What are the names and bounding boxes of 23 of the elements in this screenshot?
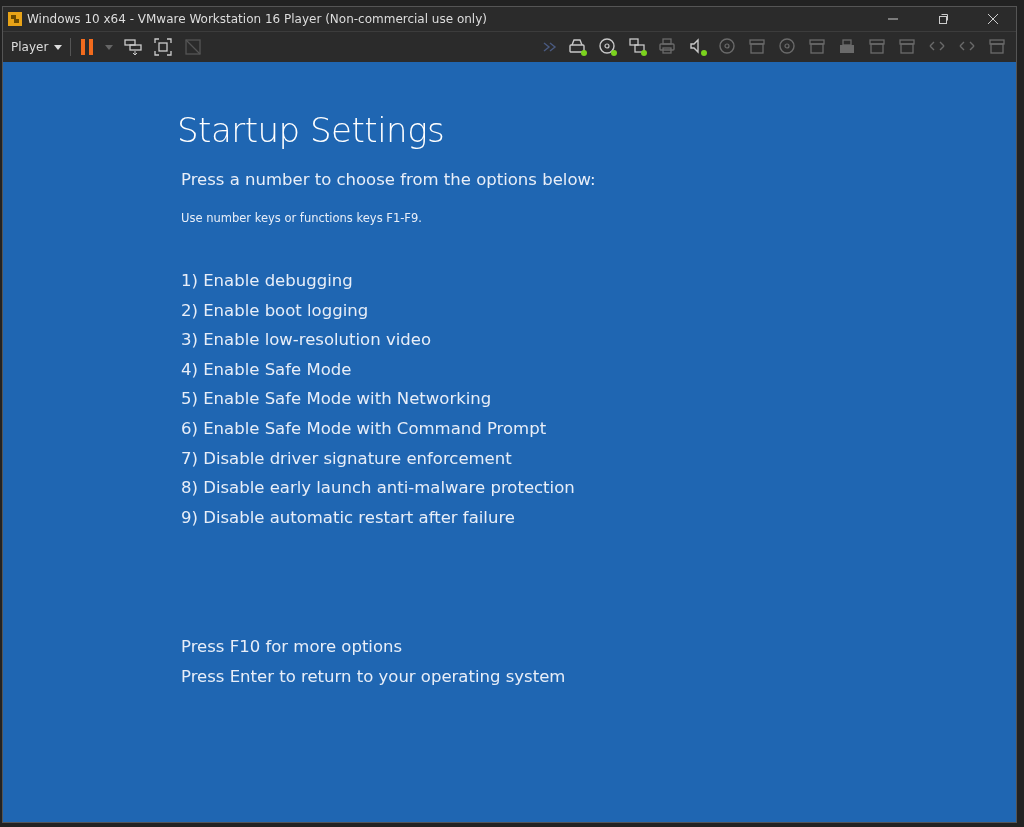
- startup-option: 3) Enable low-resolution video: [181, 330, 1016, 351]
- caret-icon: [54, 44, 63, 50]
- startup-option: 2) Enable boot logging: [181, 300, 1016, 322]
- startup-option: 6) Enable Safe Mode with Command Prompt: [181, 418, 1016, 440]
- startup-option: 9) Disable automatic restart after failure: [181, 507, 1016, 529]
- close-icon: [987, 13, 999, 25]
- device-icon[interactable]: [626, 35, 650, 59]
- player-menu[interactable]: Player: [9, 38, 65, 56]
- startup-option: 4) Enable Safe Mode: [181, 359, 1016, 381]
- startup-option: 1) Enable debugging: [181, 271, 1016, 292]
- footer-text: Press Enter to return to your operating system: [181, 666, 567, 688]
- device-icon[interactable]: [596, 35, 620, 59]
- caret-icon[interactable]: [103, 42, 116, 52]
- instruction-text: Press a number to choose from the options below:: [181, 170, 597, 189]
- page-title: Startup Settings: [177, 110, 446, 150]
- startup-option: 8) Disable early launch anti-malware protection: [181, 478, 1016, 499]
- window-title: Windows 10 x64 - VMware Workstation 16 Player (Non-commercial use only): [27, 12, 488, 26]
- hint-text: Use number keys or functions keys F1-F9.: [181, 211, 423, 225]
- startup-option: 5) Enable Safe Mode with Networking: [181, 389, 1016, 410]
- startup-option: 7) Disable driver signature enforcement: [181, 448, 1016, 470]
- restore-icon: [937, 13, 949, 25]
- app-logo-icon: [7, 11, 23, 27]
- footer-text: Press F10 for more options: [181, 637, 404, 658]
